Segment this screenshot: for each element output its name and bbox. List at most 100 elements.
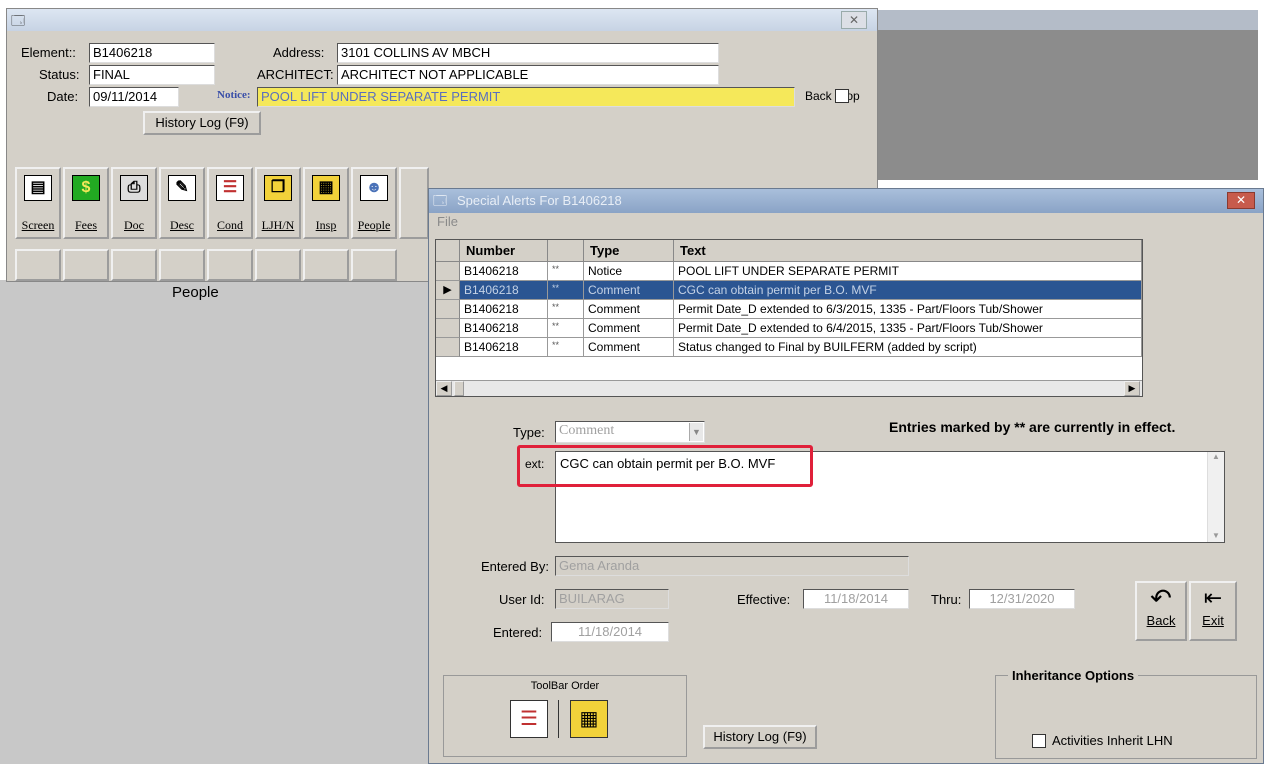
type-select[interactable]: Comment [555,421,705,443]
element-label: Element:: [21,45,76,60]
alert-titlebar: 🗔 Special Alerts For B1406218 ✕ [429,189,1263,213]
toolbar-order-label: ToolBar Order [530,680,600,692]
scroll-up-icon[interactable]: ▲ [1208,452,1224,461]
horizontal-scrollbar[interactable]: ◀ ▶ [436,380,1142,396]
window-icon: 🗔 [11,13,26,28]
effective-field[interactable]: 11/18/2014 [803,589,909,609]
back-button[interactable]: ↶ Back [1135,581,1187,641]
date-field[interactable]: 09/11/2014 [89,87,179,107]
grid-corner [436,240,460,262]
toolbar-button-people[interactable]: ☻ People [351,167,397,239]
entered-by-field: Gema Aranda [555,556,909,576]
table-row-selected[interactable]: ▶ B1406218 ** Comment CGC can obtain per… [436,281,1142,300]
date-label: Date: [47,89,79,104]
background-window [878,30,1258,180]
address-label: Address: [273,45,325,60]
entered-date-field: 11/18/2014 [551,622,669,642]
screen-icon: ▤ [24,175,52,201]
architect-field[interactable]: ARCHITECT NOT APPLICABLE [337,65,719,85]
clipboard-icon[interactable]: ▦ [570,700,608,738]
address-field[interactable]: 3101 COLLINS AV MBCH [337,43,719,63]
separator [558,700,561,738]
user-id-label: User Id: [499,592,545,607]
pencil-icon: ✎ [168,175,196,201]
toolbar-slot[interactable] [207,249,253,281]
menubar: File [429,213,1263,231]
table-row[interactable]: B1406218 ** Comment Status changed to Fi… [436,338,1142,357]
toolbar-button-fees[interactable]: $ Fees [63,167,109,239]
inheritance-options-group: Inheritance Options Activities Inherit L… [995,668,1257,759]
notice-field[interactable]: POOL LIFT UNDER SEPARATE PERMIT [257,87,795,107]
close-button[interactable]: ✕ [841,11,867,29]
exit-door-icon: ⇤ [1203,585,1223,610]
clipboard-icon: ▦ [312,175,340,201]
element-field[interactable]: B1406218 [89,43,215,63]
architect-label: ARCHITECT: [257,67,334,82]
status-label: Status: [39,67,80,82]
column-header-type[interactable]: Type [584,240,674,262]
alerts-grid: Number Type Text B1406218 ** Notice POOL… [435,239,1143,397]
toolbar-button-screen[interactable]: ▤ Screen [15,167,61,239]
toolbar-slot[interactable] [351,249,397,281]
people-icon: ☻ [360,175,388,201]
toolbar-button-doc[interactable]: ⎙ Doc [111,167,157,239]
thru-label: Thru: [931,592,962,607]
checklist-icon[interactable]: ☰ [510,700,548,738]
entries-note: Entries marked by ** are currently in ef… [889,419,1176,435]
vertical-scrollbar[interactable]: ▲ ▼ [1207,452,1224,542]
highlight-annotation [517,445,813,487]
toolbar-order-group: ToolBar Order ☰ ▦ [443,675,687,757]
exit-button[interactable]: ⇤ Exit [1189,581,1237,641]
menu-file[interactable]: File [437,214,458,229]
toolbar-row-2 [15,249,435,283]
special-alerts-window: 🗔 Special Alerts For B1406218 ✕ File Num… [428,188,1264,764]
toolbar-button-insp[interactable]: ▦ Insp [303,167,349,239]
alert-close-button[interactable]: ✕ [1227,192,1255,209]
table-row[interactable]: B1406218 ** Comment Permit Date_D extend… [436,300,1142,319]
scroll-left-icon[interactable]: ◀ [436,381,452,396]
table-row[interactable]: B1406218 ** Notice POOL LIFT UNDER SEPAR… [436,262,1142,281]
main-titlebar: 🗔 ✕ [7,9,877,31]
toolbar-slot[interactable] [63,249,109,281]
column-header-flag[interactable] [548,240,584,262]
toolbar-button-ljhn[interactable]: ❐ LJH/N [255,167,301,239]
checklist-icon: ☰ [216,175,244,201]
history-log-button[interactable]: History Log (F9) [143,111,261,135]
toolbar-slot[interactable] [15,249,61,281]
type-label: Type: [513,425,545,440]
history-log-button[interactable]: History Log (F9) [703,725,817,749]
window-icon: 🗔 [433,193,448,208]
toolbar-slot[interactable] [303,249,349,281]
printer-icon: ⎙ [120,175,148,201]
chevron-down-icon[interactable]: ▼ [689,423,703,441]
background-window-titlebar [878,10,1258,30]
column-header-number[interactable]: Number [460,240,548,262]
notice-label: Notice: [217,89,251,101]
row-pointer-icon: ▶ [436,281,460,300]
scroll-thumb[interactable] [454,381,464,396]
scroll-down-icon[interactable]: ▼ [1208,531,1224,540]
entered-label: Entered: [493,625,543,640]
folder-icon: ❐ [264,175,292,201]
back-arrow-icon: ↶ [1150,583,1172,613]
column-header-text[interactable]: Text [674,240,1142,262]
inheritance-title: Inheritance Options [1008,668,1139,683]
toolbar-button-partial[interactable] [399,167,429,239]
toolbar-button-desc[interactable]: ✎ Desc [159,167,205,239]
table-row[interactable]: B1406218 ** Comment Permit Date_D extend… [436,319,1142,338]
toolbar-slot[interactable] [111,249,157,281]
effective-label: Effective: [737,592,791,607]
toolbar-button-cond[interactable]: ☰ Cond [207,167,253,239]
status-field[interactable]: FINAL [89,65,215,85]
entered-by-label: Entered By: [481,559,549,574]
back-stop-label: Back Stop [805,89,860,103]
thru-field[interactable]: 12/31/2020 [969,589,1075,609]
back-stop-checkbox[interactable] [835,89,849,103]
toolbar-slot[interactable] [159,249,205,281]
main-window-workspace [0,280,430,764]
tab-caption: People [172,284,219,301]
activities-inherit-checkbox[interactable] [1032,734,1046,748]
toolbar-slot[interactable] [255,249,301,281]
scroll-right-icon[interactable]: ▶ [1124,381,1140,396]
user-id-field: BUILARAG [555,589,669,609]
